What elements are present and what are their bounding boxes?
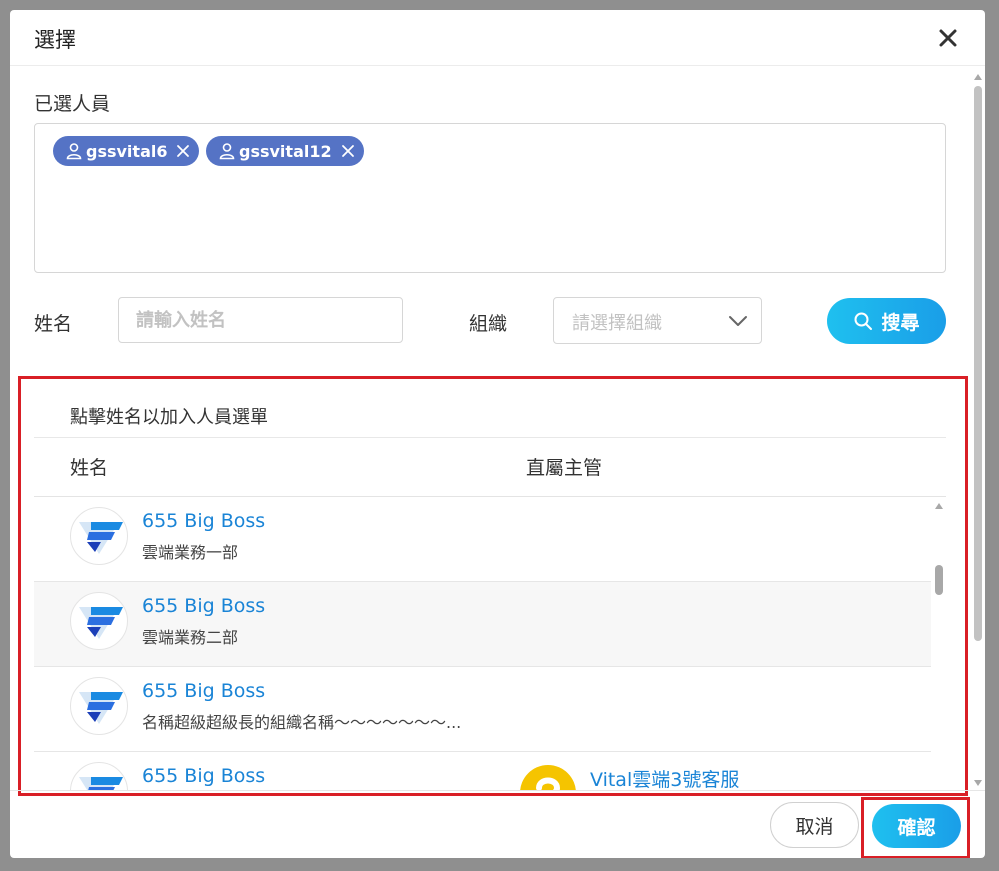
manager-name-link[interactable]: Vital雲端3號客服: [590, 765, 739, 790]
name-label: 姓名: [34, 313, 73, 335]
column-header-manager: 直屬主管: [526, 457, 603, 479]
company-logo: [70, 507, 128, 565]
cancel-button[interactable]: 取消: [770, 802, 859, 848]
avatar: [520, 765, 576, 790]
person-org: 雲端業務一部: [142, 543, 239, 562]
selected-people-box: gssvital6 gssvital12: [34, 123, 946, 273]
user-icon: [218, 142, 236, 160]
search-button[interactable]: 搜尋: [827, 298, 946, 344]
column-header-name: 姓名: [70, 457, 109, 479]
person-name-link[interactable]: 655 Big Boss: [142, 510, 265, 532]
people-table-body: 655 Big Boss 雲端業務一部 655 Big Boss 雲端業務二部: [34, 497, 931, 790]
dialog-scrollbar[interactable]: [971, 70, 985, 790]
selected-people-label: 已選人員: [34, 93, 111, 115]
chip-label: gssvital12: [239, 141, 332, 161]
people-list-panel: 點擊姓名以加入人員選單 姓名 直屬主管 655 Big Boss 雲端業務一部: [34, 392, 946, 790]
search-button-label: 搜尋: [881, 311, 920, 334]
org-select-placeholder: 請選擇組織: [572, 313, 662, 334]
person-name-link[interactable]: 655 Big Boss: [142, 765, 265, 787]
close-icon[interactable]: [936, 26, 960, 50]
chip-label: gssvital6: [86, 141, 168, 161]
x-icon[interactable]: [175, 143, 191, 159]
confirm-button[interactable]: 確認: [872, 804, 961, 848]
user-icon: [65, 142, 83, 160]
remove-chip-button[interactable]: [175, 143, 191, 159]
selected-chip: gssvital12: [206, 136, 364, 166]
footer-divider: [10, 790, 985, 791]
org-select[interactable]: 請選擇組織: [553, 297, 762, 344]
list-hint-text: 點擊姓名以加入人員選單: [70, 407, 268, 428]
person-name-link[interactable]: 655 Big Boss: [142, 680, 265, 702]
table-row[interactable]: 655 Big Boss 名稱超級超級長的組織名稱～～～～～～～...: [34, 667, 931, 752]
name-search-input[interactable]: [118, 297, 403, 343]
person-name-link[interactable]: 655 Big Boss: [142, 595, 265, 617]
list-scrollbar[interactable]: [932, 497, 946, 790]
x-icon[interactable]: [340, 143, 356, 159]
close-button[interactable]: [936, 26, 960, 50]
dialog-title: 選擇: [34, 28, 76, 52]
person-org: 名稱超級超級長的組織名稱～～～～～～～...: [142, 713, 462, 732]
selected-chip: gssvital6: [53, 136, 200, 166]
select-dialog: 選擇 已選人員 gssvital6 gssvital12 姓名 請輸入姓名 組織…: [10, 10, 985, 858]
company-logo: [70, 762, 128, 790]
dialog-header: 選擇: [10, 10, 985, 66]
chevron-down-icon[interactable]: [728, 313, 748, 329]
search-icon: [853, 311, 873, 331]
table-row[interactable]: 655 Big Boss Vital雲端3號客服: [34, 752, 931, 790]
person-org: 雲端業務二部: [142, 628, 239, 647]
company-logo: [70, 592, 128, 650]
table-row[interactable]: 655 Big Boss 雲端業務一部: [34, 497, 931, 582]
list-hint: 點擊姓名以加入人員選單: [34, 392, 946, 438]
table-header: 姓名 直屬主管: [34, 438, 946, 497]
company-logo: [70, 677, 128, 735]
remove-chip-button[interactable]: [340, 143, 356, 159]
table-row[interactable]: 655 Big Boss 雲端業務二部: [34, 582, 931, 667]
org-label: 組織: [469, 313, 508, 335]
